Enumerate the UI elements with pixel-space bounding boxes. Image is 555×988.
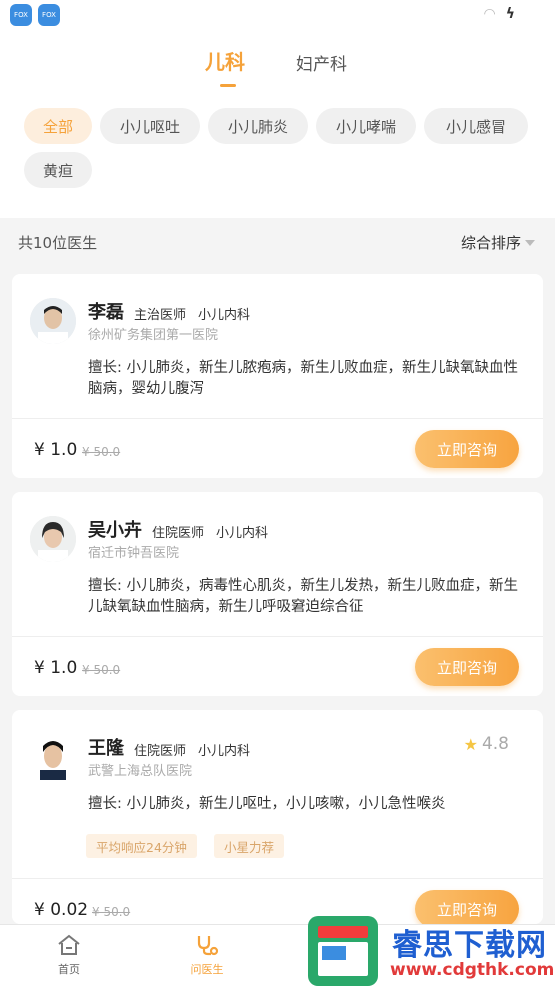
doctor-hospital: 武警上海总队医院 [88,764,193,779]
doctor-skill: 擅长: 小儿肺炎，新生儿呕吐，小儿咳嗽，小儿急性喉炎 [88,796,446,812]
watermark-title: 睿思下载网 [392,928,547,963]
original-price: ¥ 50.0 [82,663,121,677]
price: ¥ 0.02 [34,900,89,920]
sort-dropdown[interactable]: 综合排序 [461,232,535,253]
doctor-title: 住院医师 [152,526,205,541]
consult-button[interactable]: 立即咨询 [415,648,519,686]
tab-pediatrics[interactable]: 儿科 [205,46,245,75]
price: ¥ 1.0 [34,440,78,460]
doctor-skill: 擅长: 小儿肺炎，病毒性心肌炎，新生儿发热，新生儿败血症，新生儿缺氧缺血性脑病，… [88,578,518,615]
doctor-skill: 擅长: 小儿肺炎，新生儿脓疱病，新生儿败血症，新生儿缺氧缺血性脑病，婴幼儿腹泻 [88,360,518,397]
original-price: ¥ 50.0 [92,905,131,919]
doctor-name: 李磊 [88,302,124,323]
divider [12,878,543,879]
fox-app-icon: FOX [38,4,60,26]
fox-app-icon: FOX [10,4,32,26]
battery-charging-icon: ϟ [505,6,515,22]
doctor-hospital: 宿迁市钟吾医院 [88,546,180,561]
chip-pneumonia[interactable]: 小儿肺炎 [208,108,308,144]
doctor-name: 吴小卉 [88,520,142,541]
rating: ★ 4.8 [464,734,509,754]
count-bar: 共10位医生 综合排序 [0,218,555,264]
tag-response-time: 平均响应24分钟 [86,834,197,858]
tab-active-indicator [220,84,236,87]
wifi-icon: ◠ [483,6,496,22]
watermark-url: www.cdgthk.com [390,960,555,980]
chip-vomit[interactable]: 小儿呕吐 [100,108,200,144]
nav-ask-doctor-label: 问医生 [190,963,224,976]
consult-button[interactable]: 立即咨询 [415,430,519,468]
doctor-count: 共10位医生 [18,234,98,252]
avatar [30,298,76,344]
price: ¥ 1.0 [34,658,78,678]
doctor-card[interactable]: 李磊 主治医师 小儿内科 徐州矿务集团第一医院 擅长: 小儿肺炎，新生儿脓疱病，… [12,274,543,478]
nav-home[interactable]: 首页 [29,933,109,977]
nav-ask-doctor[interactable]: 问医生 [167,933,247,977]
tag-recommended: 小星力荐 [214,834,285,858]
original-price: ¥ 50.0 [82,445,121,459]
rating-value: 4.8 [481,734,509,754]
tab-obstetrics[interactable]: 妇产科 [296,50,347,75]
doctor-department: 小儿内科 [216,526,269,541]
divider [12,636,543,637]
star-icon: ★ [463,734,478,754]
doctor-card[interactable]: 王隆 住院医师 小儿内科 ★ 4.8 武警上海总队医院 擅长: 小儿肺炎，新生儿… [12,710,543,924]
avatar [30,734,76,780]
chip-all[interactable]: 全部 [24,108,92,144]
avatar [30,516,76,562]
watermark-logo-icon [308,916,378,986]
doctor-hospital: 徐州矿务集团第一医院 [88,328,219,343]
doctor-name: 王隆 [88,738,124,759]
nav-home-label: 首页 [58,963,80,976]
home-icon [58,934,80,955]
doctor-card[interactable]: 吴小卉 住院医师 小儿内科 宿迁市钟吾医院 擅长: 小儿肺炎，病毒性心肌炎，新生… [12,492,543,696]
caret-down-icon [525,239,535,246]
stethoscope-icon [197,936,219,956]
doctor-department: 小儿内科 [198,308,251,323]
watermark: 睿思下载网 www.cdgthk.com [306,914,555,988]
sort-label: 综合排序 [460,234,521,252]
doctor-department: 小儿内科 [198,744,251,759]
divider [12,418,543,419]
chip-cold[interactable]: 小儿感冒 [424,108,528,144]
chip-asthma[interactable]: 小儿哮喘 [316,108,416,144]
doctor-title: 主治医师 [134,308,187,323]
header: 儿科 妇产科 全部 小儿呕吐 小儿肺炎 小儿哮喘 小儿感冒 黄疸 [0,30,555,218]
doctor-title: 住院医师 [134,744,187,759]
status-icons: ◠ ϟ [484,6,515,22]
chip-jaundice[interactable]: 黄疸 [24,152,92,188]
status-bar: FOX FOX ◠ ϟ [0,0,555,30]
